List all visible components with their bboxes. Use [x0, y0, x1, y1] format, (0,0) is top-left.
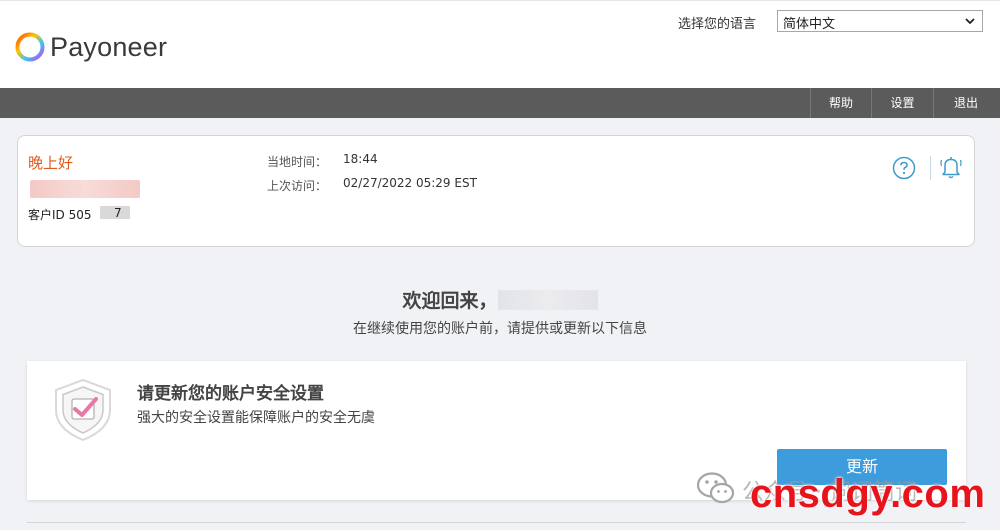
- payoneer-ring-icon: [15, 32, 45, 62]
- redacted-username: [30, 180, 140, 198]
- shield-check-icon: [55, 378, 111, 442]
- language-selected-value: 简体中文: [783, 17, 836, 32]
- account-summary-card: 晚上好 客户ID 505 7 当地时间： 18:44 上次访问： 02/27/2…: [17, 135, 975, 247]
- last-visit-value: 02/27/2022 05:29 EST: [343, 176, 477, 190]
- nav-logout-link[interactable]: 退出: [933, 88, 998, 118]
- welcome-title-text: 欢迎回来，: [402, 290, 498, 312]
- payoneer-logo[interactable]: Payoneer: [14, 31, 167, 63]
- local-time-value: 18:44: [343, 152, 378, 166]
- greeting-text: 晚上好: [28, 154, 74, 172]
- watermark-site: cnsdgy.com: [750, 472, 986, 516]
- welcome-subtitle: 在继续使用您的账户前，请提供或更新以下信息: [353, 321, 647, 337]
- logo-text: Payoneer: [50, 31, 168, 62]
- language-select[interactable]: 简体中文: [777, 10, 983, 32]
- security-card-title: 请更新您的账户安全设置: [137, 384, 324, 404]
- top-nav-bar: 帮助 设置 退出: [0, 88, 1000, 118]
- redacted-welcome-name: [498, 290, 598, 310]
- nav-help-link[interactable]: 帮助: [810, 88, 871, 118]
- chevron-down-icon: [965, 18, 975, 25]
- security-card-description: 强大的安全设置能保障账户的安全无虞: [137, 410, 375, 426]
- wechat-icon: [696, 472, 735, 504]
- customer-id-label: 客户ID 505: [28, 208, 92, 222]
- local-time-label: 当地时间：: [267, 155, 328, 169]
- customer-id-suffix: 7: [114, 206, 122, 220]
- bottom-divider: [27, 522, 966, 523]
- language-label: 选择您的语言: [678, 17, 757, 32]
- last-visit-label: 上次访问：: [267, 179, 328, 193]
- icon-divider: [930, 156, 931, 180]
- notification-bell-icon[interactable]: [938, 154, 964, 180]
- nav-settings-link[interactable]: 设置: [871, 88, 933, 118]
- help-question-icon[interactable]: [892, 156, 916, 180]
- top-header: Payoneer 选择您的语言 简体中文: [0, 0, 1000, 89]
